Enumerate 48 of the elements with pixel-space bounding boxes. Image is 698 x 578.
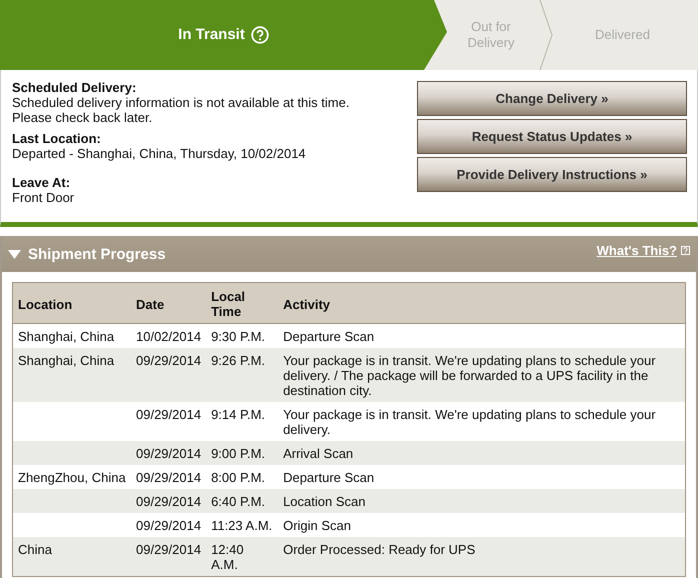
table-cell: 09/29/2014 <box>131 537 206 576</box>
table-cell: 6:40 P.M. <box>206 489 278 513</box>
table-cell: 09/29/2014 <box>131 513 206 537</box>
collapse-triangle-icon[interactable] <box>8 250 21 259</box>
action-button[interactable]: Provide Delivery Instructions » <box>417 157 687 192</box>
help-icon[interactable] <box>250 26 269 44</box>
table-cell: Order Processed: Ready for UPS <box>278 537 686 576</box>
table-cell: 09/29/2014 <box>131 441 206 465</box>
table-cell: 9:30 P.M. <box>206 324 278 348</box>
table-cell: 09/29/2014 <box>131 465 206 489</box>
table-cell: China <box>12 537 131 576</box>
panel-title: Shipment Progress <box>28 246 167 263</box>
table-cell: Departure Scan <box>278 465 686 489</box>
chevron-divider <box>539 0 553 70</box>
table-cell: 9:14 P.M. <box>206 402 278 441</box>
table-cell: Departure Scan <box>278 324 686 348</box>
table-cell: 9:00 P.M. <box>206 441 278 465</box>
column-header: Date <box>131 282 206 324</box>
column-header: Local Time <box>206 282 278 324</box>
table-cell: 09/29/2014 <box>131 402 206 441</box>
detail-value: Front Door <box>12 190 76 205</box>
table-cell: 09/29/2014 <box>131 489 206 513</box>
column-header: Activity <box>278 282 686 324</box>
action-button[interactable]: Change Delivery » <box>417 81 687 116</box>
table-cell: ZhengZhou, China <box>12 465 131 489</box>
table-cell: Your package is in transit. We're updating plans to schedule your delivery. / The package will be forwarded to a UPS facility in the destination city. <box>278 348 686 402</box>
table-cell: 09/29/2014 <box>131 348 206 402</box>
table-cell: Shanghai, China <box>12 324 131 348</box>
table-cell: 11:23 A.M. <box>206 513 278 537</box>
help-icon[interactable] <box>681 246 690 255</box>
table-cell: 12:40 A.M. <box>206 537 278 576</box>
table-cell: Location Scan <box>278 489 686 513</box>
progress-step: Delivered <box>547 0 698 70</box>
table-cell: 8:00 P.M. <box>206 465 278 489</box>
table-cell: Arrival Scan <box>278 441 686 465</box>
table-cell: Shanghai, China <box>12 348 131 402</box>
table-cell: Your package is in transit. We're updating plans to schedule your delivery. <box>278 402 686 441</box>
column-header: Location <box>12 282 131 324</box>
action-button[interactable]: Request Status Updates » <box>417 119 687 154</box>
progress-step: In Transit <box>0 0 447 70</box>
detail-value: Scheduled delivery information is not available at this time. Please check back later. <box>12 95 350 125</box>
detail-label: Scheduled Delivery: <box>12 80 138 95</box>
detail-label: Last Location: <box>12 131 102 146</box>
table-cell: Origin Scan <box>278 513 686 537</box>
table-cell: 9:26 P.M. <box>206 348 278 402</box>
detail-value: Departed - Shanghai, China, Thursday, 10/02/2014 <box>12 146 307 161</box>
table-cell: 10/02/2014 <box>131 324 206 348</box>
detail-label: Leave At: <box>12 175 72 190</box>
